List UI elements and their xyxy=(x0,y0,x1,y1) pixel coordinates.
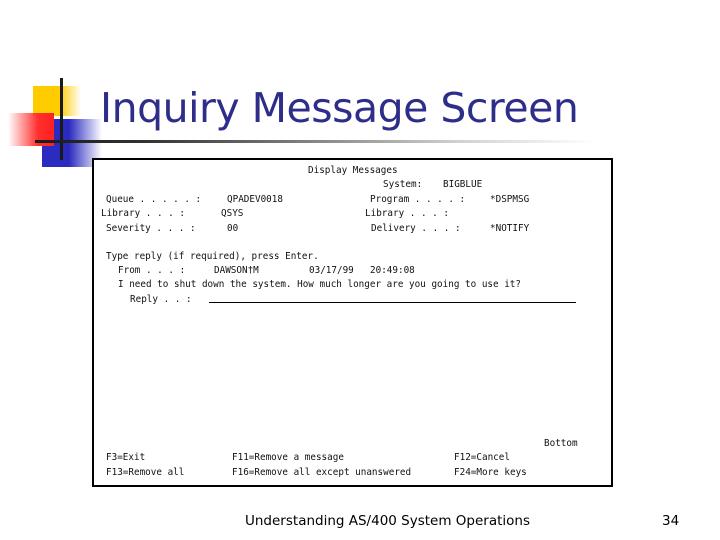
program-library-label: Library . . . : xyxy=(365,208,449,219)
fkey-f3-exit[interactable]: F3=Exit xyxy=(106,452,145,463)
from-time: 20:49:08 xyxy=(370,265,415,276)
program-value: *DSPMSG xyxy=(490,194,530,205)
page-number: 34 xyxy=(662,513,680,529)
fkey-f24-more-keys[interactable]: F24=More keys xyxy=(454,467,527,478)
severity-value: 00 xyxy=(227,223,239,234)
delivery-value: *NOTIFY xyxy=(490,223,530,234)
terminal-screen: Display Messages System: BIGBLUE Queue .… xyxy=(92,158,613,487)
title-underline xyxy=(35,140,595,143)
system-label: System: xyxy=(383,179,423,190)
queue-value: QPADEV0018 xyxy=(227,194,283,205)
fkey-f12-cancel[interactable]: F12=Cancel xyxy=(454,452,510,463)
slide-footer: Understanding AS/400 System Operations xyxy=(245,513,531,529)
fkey-f16-remove-all-except-unanswered[interactable]: F16=Remove all except unanswered xyxy=(232,467,411,478)
program-label: Program . . . . : xyxy=(370,194,466,205)
fkey-f11-remove-message[interactable]: F11=Remove a message xyxy=(232,452,344,463)
screen-heading: Display Messages xyxy=(308,165,398,176)
reply-input-underline[interactable] xyxy=(209,302,576,303)
queue-label: Queue . . . . . : xyxy=(106,194,202,205)
scroll-status: Bottom xyxy=(544,438,578,449)
library-label: Library . . . : xyxy=(101,208,185,219)
from-label: From . . . : xyxy=(118,265,186,276)
logo-vertical-line xyxy=(60,78,63,160)
logo-yellow-square xyxy=(33,86,81,116)
system-value: BIGBLUE xyxy=(443,179,483,190)
slide-title: Inquiry Message Screen xyxy=(100,84,579,132)
severity-label: Severity . . . : xyxy=(106,223,196,234)
delivery-label: Delivery . . . : xyxy=(371,223,461,234)
message-text: I need to shut down the system. How much… xyxy=(118,279,521,290)
fkey-f13-remove-all[interactable]: F13=Remove all xyxy=(106,467,184,478)
reply-label: Reply . . : xyxy=(130,294,192,305)
from-user: DAWSON†M xyxy=(214,265,259,276)
from-date: 03/17/99 xyxy=(309,265,354,276)
instruction-text: Type reply (if required), press Enter. xyxy=(106,251,319,262)
library-value: QSYS xyxy=(221,208,244,219)
